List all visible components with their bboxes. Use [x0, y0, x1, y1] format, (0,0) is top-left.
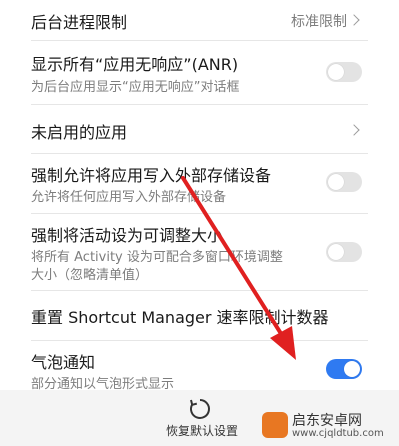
watermark-logo-icon — [262, 412, 288, 438]
watermark: 启东安卓网 www.cjqldtub.com — [262, 408, 397, 444]
watermark-url: www.cjqldtub.com — [292, 428, 384, 439]
watermark-title: 启东安卓网 — [292, 413, 362, 429]
annotation-arrow — [181, 176, 296, 360]
